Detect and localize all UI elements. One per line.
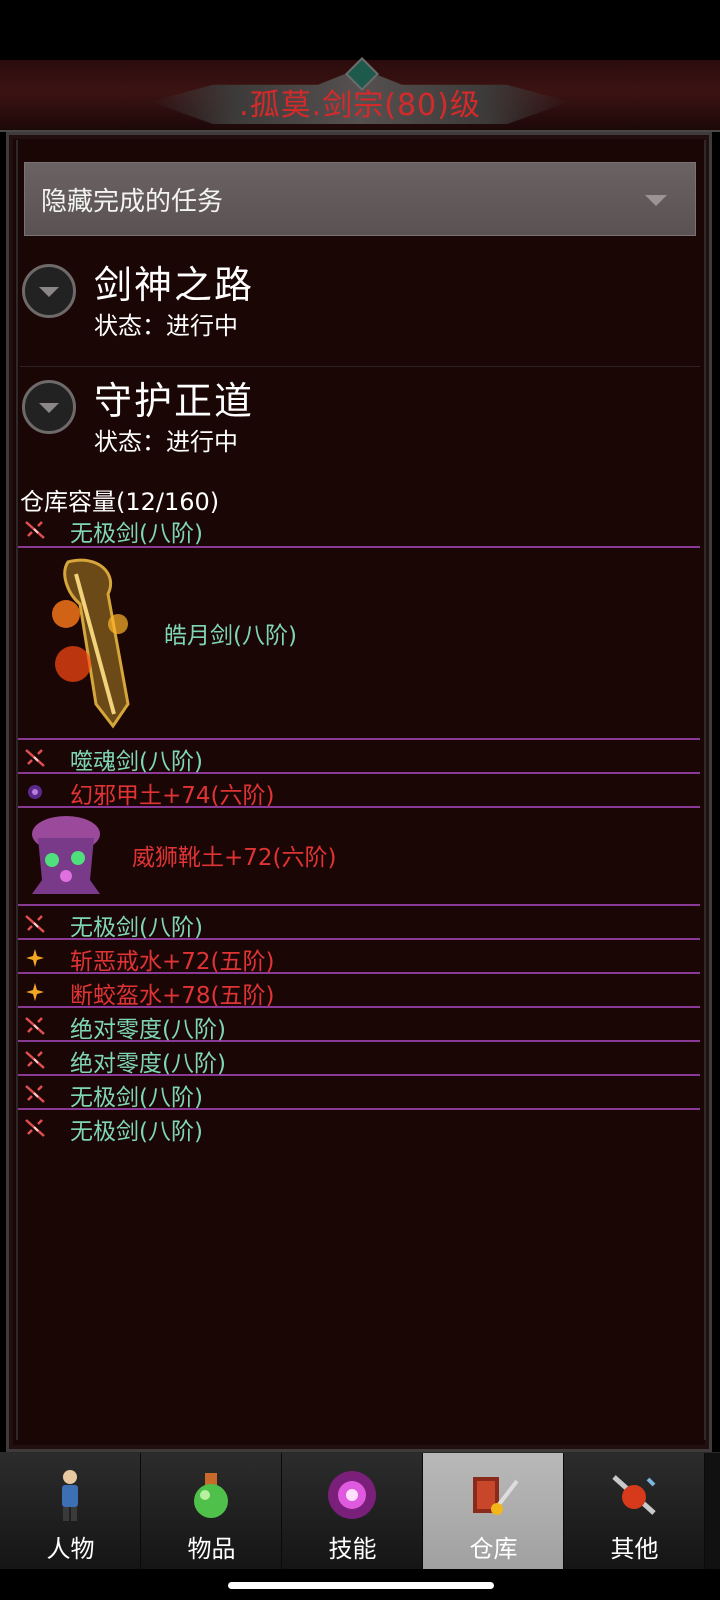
helmet-icon xyxy=(26,983,44,1001)
flaming-sword-icon xyxy=(52,558,130,729)
item-name: 无极剑(八阶) xyxy=(70,521,203,547)
boots-icon xyxy=(32,816,100,894)
tab-label: 其他 xyxy=(610,1535,659,1563)
warehouse-item[interactable]: 无极剑(八阶) xyxy=(18,1110,700,1145)
tab-skills[interactable]: 技能 xyxy=(282,1453,423,1569)
sword-icon xyxy=(25,1051,45,1069)
item-name: 噬魂剑(八阶) xyxy=(70,749,203,775)
tab-warehouse[interactable]: 仓库 xyxy=(423,1453,564,1569)
item-name: 无极剑(八阶) xyxy=(70,1119,203,1145)
character-icon xyxy=(62,1470,78,1521)
status-bar xyxy=(0,0,720,60)
quest-status: 状态：进行中 xyxy=(94,312,238,340)
warehouse-icon xyxy=(473,1477,519,1515)
warehouse-item[interactable]: 噬魂剑(八阶) xyxy=(18,740,700,775)
tab-items[interactable]: 物品 xyxy=(141,1453,282,1569)
warehouse-item[interactable]: 断蛟盔水+78(五阶) xyxy=(18,974,700,1009)
quest-item[interactable]: 剑神之路 状态：进行中 xyxy=(18,254,698,364)
quest-name: 剑神之路 xyxy=(94,263,255,307)
warehouse-item[interactable]: 皓月剑(八阶) xyxy=(18,548,700,740)
sword-icon xyxy=(25,1017,45,1035)
armor-icon xyxy=(28,785,42,799)
tab-label: 仓库 xyxy=(469,1535,518,1563)
quest-filter-label: 隐藏完成的任务 xyxy=(41,187,224,217)
tab-label: 技能 xyxy=(328,1535,377,1563)
quest-name: 守护正道 xyxy=(94,379,255,423)
home-indicator[interactable] xyxy=(228,1582,494,1589)
title-bar: .孤莫.剑宗(80)级 xyxy=(0,57,720,132)
other-icon xyxy=(612,1475,656,1515)
quest-filter-dropdown[interactable]: 隐藏完成的任务 xyxy=(24,162,696,236)
warehouse-item[interactable]: 威狮靴土+72(六阶) xyxy=(18,808,700,906)
chevron-down-icon xyxy=(645,195,667,206)
item-name: 断蛟盔水+78(五阶) xyxy=(70,983,275,1009)
tab-label: 人物 xyxy=(46,1535,95,1563)
item-name: 斩恶戒水+72(五阶) xyxy=(70,949,275,975)
quest-status: 状态：进行中 xyxy=(94,428,238,456)
sword-icon xyxy=(25,749,45,767)
expand-toggle-icon[interactable] xyxy=(22,380,76,434)
warehouse-item[interactable]: 幻邪甲土+74(六阶) xyxy=(18,774,700,809)
item-name: 幻邪甲土+74(六阶) xyxy=(70,783,275,809)
item-name: 皓月剑(八阶) xyxy=(164,623,297,649)
tab-label: 物品 xyxy=(187,1535,236,1563)
item-name: 威狮靴土+72(六阶) xyxy=(132,845,337,871)
warehouse-item[interactable]: 无极剑(八阶) xyxy=(18,1076,700,1111)
potion-icon xyxy=(194,1473,228,1518)
sword-icon xyxy=(25,521,45,539)
warehouse-item[interactable]: 绝对零度(八阶) xyxy=(18,1042,700,1077)
quest-item[interactable]: 守护正道 状态：进行中 xyxy=(18,370,698,480)
warehouse-item[interactable]: 斩恶戒水+72(五阶) xyxy=(18,940,700,975)
skill-icon xyxy=(328,1471,376,1519)
tab-character[interactable]: 人物 xyxy=(0,1453,141,1569)
divider xyxy=(20,366,700,367)
item-name: 绝对零度(八阶) xyxy=(70,1051,226,1077)
item-name: 绝对零度(八阶) xyxy=(70,1017,226,1043)
item-name: 无极剑(八阶) xyxy=(70,1085,203,1111)
bottom-tab-bar: 人物 物品 技能 仓库 其他 xyxy=(0,1452,720,1569)
warehouse-item[interactable]: 无极剑(八阶) xyxy=(18,906,700,941)
sword-icon xyxy=(25,1085,45,1103)
sword-icon xyxy=(25,915,45,933)
ring-icon xyxy=(26,949,44,967)
item-name: 无极剑(八阶) xyxy=(70,915,203,941)
sword-icon xyxy=(25,1119,45,1137)
tab-other[interactable]: 其他 xyxy=(564,1453,705,1569)
expand-toggle-icon[interactable] xyxy=(22,264,76,318)
warehouse-item[interactable]: 绝对零度(八阶) xyxy=(18,1008,700,1043)
character-title: .孤莫.剑宗(80)级 xyxy=(239,88,481,123)
warehouse-item[interactable]: 无极剑(八阶) xyxy=(18,512,700,548)
